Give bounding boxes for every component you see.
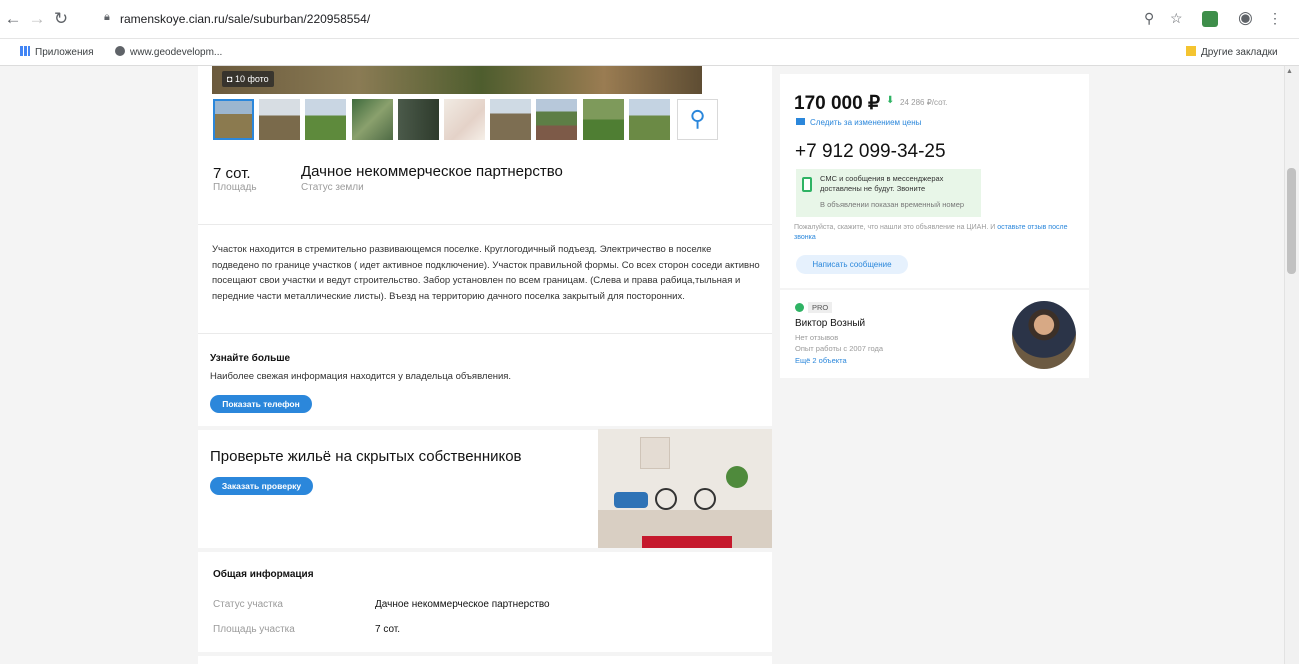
next-section-card [198, 656, 772, 664]
agent-experience: Опыт работы с 2007 года [795, 344, 884, 353]
photo-count-badge[interactable]: ◘ 10 фото [222, 71, 274, 87]
sms-notice-line: доставлены не будут. Звоните [820, 184, 926, 193]
order-check-button[interactable]: Заказать проверку [210, 477, 313, 495]
check-owners-title: Проверьте жильё на скрытых собственников [210, 448, 522, 465]
lock-icon[interactable]: 🔒︎ [104, 11, 110, 24]
land-status-value: Дачное некоммерческое партнерство [301, 163, 563, 180]
scrollbar-thumb[interactable] [1287, 168, 1296, 274]
listing-description: Участок находится в стремительно развива… [212, 244, 760, 302]
price-down-icon: ⬇ [886, 95, 895, 106]
back-icon[interactable]: ← [4, 10, 22, 28]
forward-icon[interactable]: → [28, 10, 46, 28]
agent-name[interactable]: Виктор Возный [795, 318, 865, 329]
bookmark-apps[interactable]: Приложения [20, 46, 94, 58]
plant [726, 466, 748, 488]
pro-badge: PRO [808, 302, 833, 313]
phone-icon [802, 177, 812, 192]
photo-thumbnail[interactable] [536, 99, 577, 140]
wall-picture [640, 437, 670, 469]
general-info-title: Общая информация [213, 569, 314, 580]
location-pin-icon: ⚲ [689, 106, 706, 131]
bicycle-wheel [694, 488, 716, 510]
extension-icon[interactable] [1202, 11, 1218, 27]
info-value: 7 сот. [375, 624, 401, 635]
photo-thumbnail[interactable] [213, 99, 254, 140]
learn-more-text: Наиболее свежая информация находится у в… [210, 371, 512, 382]
photo-thumbnail[interactable] [305, 99, 346, 140]
phone-number[interactable]: +7 912 099-34-25 [795, 141, 946, 163]
section-gap [198, 548, 772, 552]
verified-icon [795, 303, 804, 312]
learn-more-title: Узнайте больше [210, 353, 291, 364]
blue-chair [614, 492, 648, 508]
land-status-label: Статус земли [301, 182, 364, 193]
photo-thumbnail[interactable] [583, 99, 624, 140]
info-value: Дачное некоммерческое партнерство [375, 599, 550, 610]
reload-icon[interactable]: ↻ [52, 10, 70, 28]
sms-notice-line: СМС и сообщения в мессенджерах [820, 174, 944, 183]
divider [198, 224, 772, 225]
folder-icon [1186, 46, 1196, 56]
scrollbar[interactable] [1284, 66, 1299, 664]
mail-icon [796, 118, 805, 125]
map-thumbnail[interactable]: ⚲ [677, 99, 718, 140]
other-bookmarks[interactable]: Другие закладки [1186, 46, 1278, 58]
agent-reviews: Нет отзывов [795, 333, 839, 342]
agent-more-link[interactable]: Ещё 2 объекта [795, 356, 847, 365]
main-photo[interactable] [212, 66, 702, 94]
apps-icon [20, 46, 30, 56]
write-message-button[interactable]: Написать сообщение [796, 255, 908, 274]
follow-price-link[interactable]: Следить за изменением цены [810, 118, 921, 127]
photo-thumbnail[interactable] [444, 99, 485, 140]
divider [198, 333, 772, 334]
price: 170 000 ₽ [794, 93, 881, 114]
photo-thumbnail[interactable] [490, 99, 531, 140]
url-text[interactable]: ramenskoye.cian.ru/sale/suburban/2209585… [120, 12, 370, 26]
interior-illustration [598, 429, 772, 548]
call-hint: Пожалуйста, скажите, что нашли это объяв… [794, 224, 1068, 241]
photo-thumbnail[interactable] [259, 99, 300, 140]
bookmark-geodevelop[interactable]: www.geodevelopm... [115, 46, 222, 58]
menu-icon[interactable]: ⋮ [1268, 10, 1282, 27]
star-icon[interactable]: ☆ [1170, 10, 1183, 27]
account-icon[interactable]: ◉ [1238, 8, 1253, 28]
photo-thumbnail[interactable] [629, 99, 670, 140]
camera-icon: ◘ [227, 74, 235, 84]
show-phone-button[interactable]: Показать телефон [210, 395, 312, 413]
photo-thumbnail[interactable] [352, 99, 393, 140]
zoom-icon[interactable]: ⚲ [1144, 10, 1154, 27]
red-rug [642, 536, 732, 548]
info-label: Статус участка [213, 599, 283, 610]
area-label: Площадь [213, 182, 257, 193]
bicycle-wheel [655, 488, 677, 510]
price-per-unit: 24 286 ₽/сот. [900, 98, 948, 107]
photo-thumbnail[interactable] [398, 99, 439, 140]
info-label: Площадь участка [213, 624, 295, 635]
sms-notice-line: В объявлении показан временный номер [820, 200, 965, 209]
globe-icon [115, 46, 125, 56]
scroll-up-icon[interactable]: ▲ [1286, 68, 1293, 75]
area-value: 7 сот. [213, 165, 251, 182]
avatar[interactable] [1012, 301, 1076, 369]
